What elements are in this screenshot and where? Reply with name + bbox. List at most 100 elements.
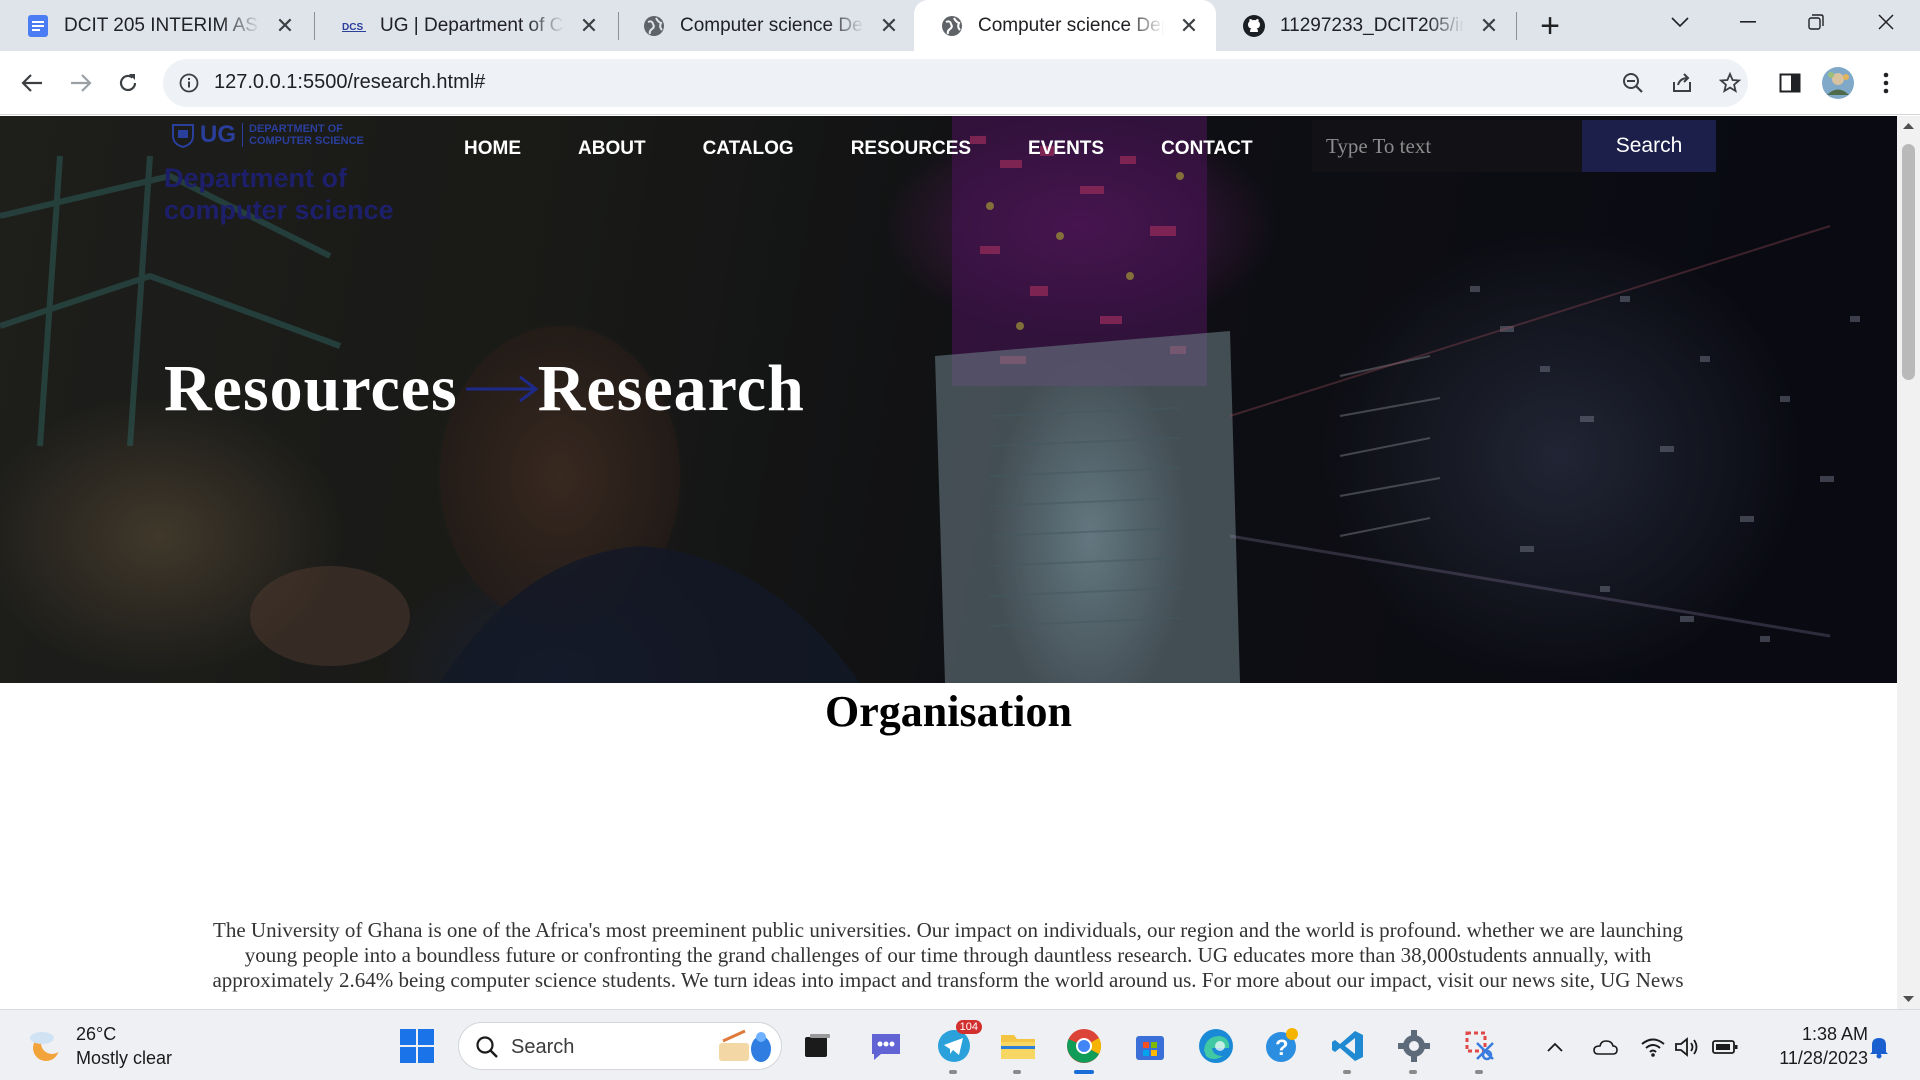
share-icon[interactable]: [1668, 69, 1696, 97]
search-button[interactable]: Search: [1582, 120, 1716, 172]
clock-time[interactable]: 1:38 AM: [1752, 1024, 1868, 1045]
task-view-icon[interactable]: [796, 1024, 840, 1068]
forward-arrow-icon[interactable]: [61, 63, 101, 103]
side-panel-icon[interactable]: [1770, 63, 1810, 103]
restore-icon[interactable]: [1788, 0, 1844, 44]
tab-title: Computer science Depar: [680, 14, 864, 36]
clock-date[interactable]: 11/28/2023: [1752, 1048, 1868, 1069]
windows-start-icon[interactable]: [395, 1024, 439, 1068]
snipping-tool-icon[interactable]: [1458, 1024, 1502, 1074]
weather-moon-cloud-icon[interactable]: [26, 1026, 66, 1066]
running-indicator: [1013, 1070, 1021, 1074]
search-input[interactable]: [1312, 120, 1584, 172]
scroll-up-icon[interactable]: [1903, 122, 1914, 130]
site-logo[interactable]: UG DEPARTMENT OF COMPUTER SCIENCE: [170, 120, 400, 150]
svg-text:?: ?: [1275, 1035, 1288, 1060]
browser-tab[interactable]: Computer science Depar ✕: [616, 0, 916, 51]
search-icon: [476, 1036, 498, 1058]
telegram-icon[interactable]: 104: [932, 1020, 982, 1074]
settings-gear-icon[interactable]: [1392, 1024, 1436, 1074]
windows-taskbar: 26°C Mostly clear Search 104 ? 1:38 AM 1…: [0, 1009, 1920, 1080]
running-indicator: [1343, 1070, 1351, 1074]
wifi-icon[interactable]: [1638, 1032, 1668, 1062]
hero-heading-right: Research: [537, 352, 805, 425]
tab-title: UG | Department of Com: [380, 14, 564, 36]
logo-text: UG: [200, 121, 236, 148]
url-text: 127.0.0.1:5500/research.html#: [214, 71, 486, 93]
nav-catalog[interactable]: CATALOG: [703, 138, 794, 168]
file-explorer-icon[interactable]: [996, 1024, 1040, 1074]
section-paragraph: The University of Ghana is one of the Af…: [212, 918, 1684, 992]
help-icon[interactable]: ?: [1260, 1024, 1304, 1068]
vscode-icon[interactable]: [1326, 1024, 1370, 1074]
close-tab-icon[interactable]: ✕: [1178, 13, 1200, 38]
address-bar[interactable]: 127.0.0.1:5500/research.html#: [163, 59, 1748, 107]
nav-events[interactable]: EVENTS: [1028, 138, 1104, 168]
close-window-icon[interactable]: [1858, 0, 1914, 44]
browser-toolbar: 127.0.0.1:5500/research.html#: [0, 51, 1920, 115]
site-info-icon[interactable]: [175, 69, 203, 97]
running-indicator: [1475, 1070, 1483, 1074]
microsoft-store-icon[interactable]: [1128, 1024, 1172, 1068]
notification-badge: 104: [955, 1020, 982, 1034]
close-tab-icon[interactable]: ✕: [878, 13, 900, 38]
bookmark-star-icon[interactable]: [1716, 69, 1744, 97]
section-title: Organisation: [825, 687, 1072, 736]
browser-tab[interactable]: DCS UG | Department of Com ✕: [316, 0, 616, 51]
tab-separator: [1516, 12, 1517, 40]
nav-home[interactable]: HOME: [464, 138, 521, 168]
nav-about[interactable]: ABOUT: [578, 138, 646, 168]
page-viewport: UG DEPARTMENT OF COMPUTER SCIENCE Depart…: [0, 116, 1897, 1009]
tab-title: DCIT 205 INTERIM ASSES: [64, 14, 260, 36]
tab-title: Computer science Depar: [978, 14, 1164, 36]
onedrive-cloud-icon[interactable]: [1590, 1032, 1620, 1062]
right-arrow-icon: [465, 375, 539, 403]
weather-temperature[interactable]: 26°C: [76, 1024, 116, 1045]
weather-description[interactable]: Mostly clear: [76, 1048, 172, 1069]
page-scrollbar[interactable]: [1897, 116, 1920, 1009]
new-tab-button[interactable]: +: [1534, 6, 1566, 46]
hero-heading: Resources Research: [164, 344, 805, 434]
tab-title: 11297233_DCIT205/imag: [1280, 14, 1464, 36]
close-tab-icon[interactable]: ✕: [1478, 13, 1500, 38]
tab-search-chevron-down-icon[interactable]: [1652, 0, 1708, 44]
scrollbar-thumb[interactable]: [1902, 144, 1915, 380]
nav-resources[interactable]: RESOURCES: [851, 138, 971, 168]
globe-icon: [642, 14, 666, 38]
chevron-up-icon[interactable]: [1540, 1032, 1570, 1062]
taskbar-search-box[interactable]: Search: [458, 1022, 782, 1070]
profile-avatar[interactable]: [1818, 63, 1858, 103]
teams-chat-icon[interactable]: [864, 1024, 908, 1068]
zoom-icon[interactable]: [1619, 69, 1647, 97]
edge-icon[interactable]: [1194, 1024, 1238, 1068]
scroll-down-icon[interactable]: [1903, 995, 1914, 1003]
browser-tab[interactable]: 11297233_DCIT205/imag ✕: [1216, 0, 1516, 51]
running-indicator: [1409, 1070, 1417, 1074]
more-menu-icon[interactable]: [1866, 63, 1906, 103]
running-indicator: [949, 1070, 957, 1074]
logo-subtext: DEPARTMENT OF COMPUTER SCIENCE: [242, 123, 364, 147]
close-tab-icon[interactable]: ✕: [578, 13, 600, 38]
notification-bell-icon[interactable]: [1864, 1032, 1894, 1062]
hero-heading-left: Resources: [164, 352, 458, 425]
hero-banner: UG DEPARTMENT OF COMPUTER SCIENCE Depart…: [0, 116, 1897, 683]
close-tab-icon[interactable]: ✕: [274, 13, 296, 38]
globe-icon: [940, 14, 964, 38]
chrome-icon[interactable]: [1062, 1024, 1106, 1074]
browser-tab-strip: DCIT 205 INTERIM ASSES ✕ DCS UG | Depart…: [0, 0, 1920, 51]
browser-tab[interactable]: DCIT 205 INTERIM ASSES ✕: [0, 0, 312, 51]
browser-tab-active[interactable]: Computer science Depar ✕: [914, 0, 1216, 51]
minimize-icon[interactable]: [1720, 0, 1776, 44]
main-nav: HOME ABOUT CATALOG RESOURCES EVENTS CONT…: [464, 138, 1310, 168]
search-highlight-icon: [719, 1029, 771, 1062]
volume-icon[interactable]: [1672, 1032, 1702, 1062]
nav-contact[interactable]: CONTACT: [1161, 138, 1252, 168]
university-crest-icon: [172, 124, 194, 148]
battery-icon[interactable]: [1710, 1032, 1740, 1062]
back-arrow-icon[interactable]: [12, 63, 52, 103]
active-indicator: [1074, 1070, 1094, 1074]
dcs-site-icon: DCS: [342, 14, 366, 38]
reload-icon[interactable]: [108, 63, 148, 103]
tab-separator: [314, 12, 315, 40]
google-docs-icon: [26, 14, 50, 38]
